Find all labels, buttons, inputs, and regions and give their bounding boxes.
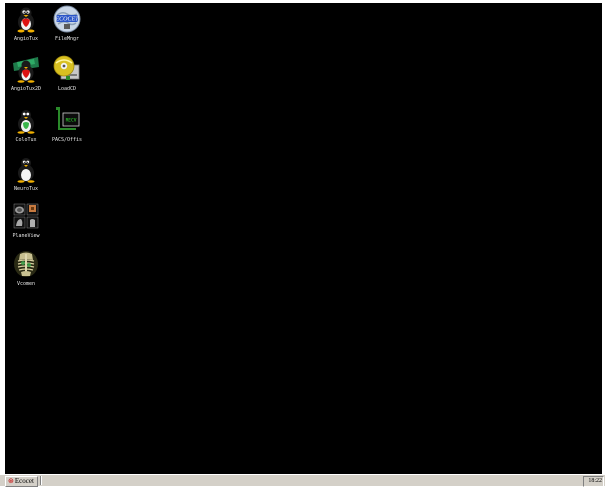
desktop-icon-colotux[interactable]: ColoTux	[6, 106, 46, 150]
taskbar: ⊛ Ecocet 18:22	[0, 474, 605, 487]
planeview-icon	[12, 202, 40, 230]
tux-neuro-icon	[12, 155, 40, 183]
desktop-icon-label: NeuroTux	[13, 186, 39, 192]
desktop-icon-planeview[interactable]: PlaneView	[6, 202, 46, 246]
svg-text:RECV: RECV	[66, 118, 77, 124]
skeleton-icon	[12, 250, 40, 278]
tux-colo-icon	[12, 106, 40, 134]
cd-drive-icon	[53, 55, 81, 83]
pacs-recv-icon: RECV	[53, 106, 81, 134]
desktop-icon-pacs-offis[interactable]: RECV PACS/Offis	[47, 106, 87, 150]
ecocet-icon: ⊛	[8, 477, 14, 485]
taskbar-clock[interactable]: 18:22	[583, 476, 604, 487]
desktop-icon-label: Vcomen	[16, 281, 36, 287]
desktop-icon-label: PlaneView	[12, 233, 40, 239]
tux-angio2d-icon	[12, 55, 40, 83]
taskbar-separator	[40, 476, 42, 485]
desktop-icon-angiotux2d[interactable]: AngioTux2D	[6, 55, 46, 99]
tux-angio-icon	[12, 5, 40, 33]
desktop-icon-loadcd[interactable]: LoadCD	[47, 55, 87, 99]
desktop-icon-neurotux[interactable]: NeuroTux	[6, 155, 46, 199]
desktop-icon-vcomen[interactable]: Vcomen	[6, 250, 46, 294]
desktop-icon-angiotux[interactable]: AngioTux	[6, 5, 46, 49]
taskbar-button-ecocet[interactable]: ⊛ Ecocet	[5, 476, 38, 487]
desktop-icon-label: LoadCD	[57, 86, 77, 92]
taskbar-button-label: Ecocet	[14, 477, 34, 485]
desktop-icon-label: AngioTux2D	[10, 86, 42, 92]
ecocet-filemanager-icon: ECOCET	[53, 5, 81, 33]
desktop-icon-label: AngioTux	[13, 36, 39, 42]
desktop-icon-filemngr[interactable]: ECOCET FileMngr	[47, 5, 87, 49]
desktop-icon-label: PACS/Offis	[51, 137, 83, 143]
svg-text:ECOCET: ECOCET	[54, 17, 79, 23]
screen: AngioTux ECOCET FileMngr AngioTux2D Load…	[0, 0, 605, 487]
desktop-icon-label: FileMngr	[54, 36, 80, 42]
desktop: AngioTux ECOCET FileMngr AngioTux2D Load…	[5, 3, 602, 474]
desktop-icon-label: ColoTux	[15, 137, 37, 143]
